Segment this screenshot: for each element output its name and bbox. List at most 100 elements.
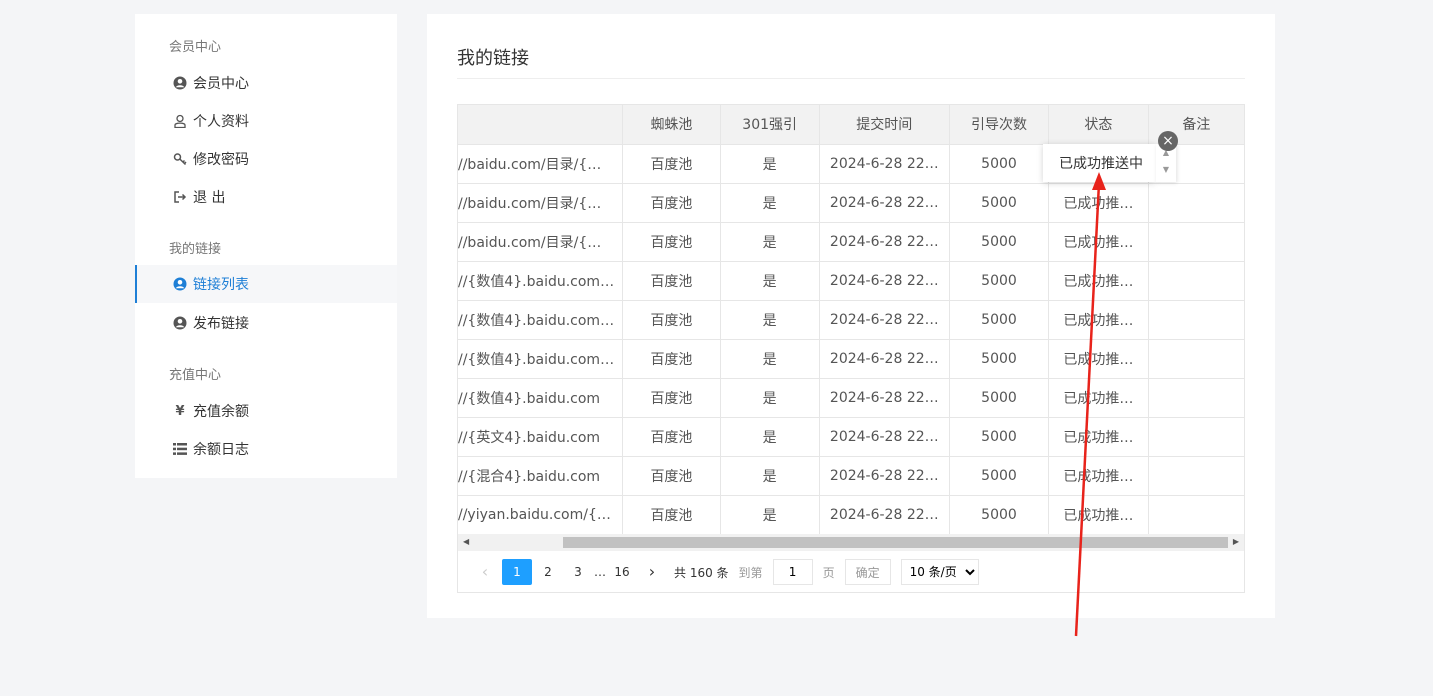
tooltip-close-icon[interactable]: × [1158, 131, 1178, 151]
col-header-count[interactable]: 引导次数 [949, 105, 1049, 145]
table-row[interactable]: //baidu.com/目录/{… 百度池是 2024-6-28 22… 5000 已成… [458, 183, 1244, 223]
cell-status: 已成功推… [1048, 183, 1149, 223]
table-row[interactable]: //{混合4}.baidu.com 百度池是 2024-6-28 22… 5000 已成… [458, 456, 1244, 496]
cell-pool: 百度池 [622, 261, 721, 301]
user-circle-icon [173, 277, 187, 291]
user-circle-icon [173, 316, 187, 330]
cell-url: //{数值4}.baidu.com… [458, 339, 624, 379]
sidebar-item-label: 会员中心 [193, 76, 249, 92]
col-header-301[interactable]: 301强引 [720, 105, 820, 145]
cell-count: 5000 [949, 222, 1049, 262]
cell-status: 已成功推… [1048, 339, 1149, 379]
page-3-button[interactable]: 3 [564, 559, 592, 585]
cell-301: 是 [720, 456, 820, 496]
cell-pool: 百度池 [622, 417, 721, 457]
cell-time: 2024-6-28 22… [819, 261, 951, 301]
scrollbar-thumb[interactable] [563, 537, 1228, 548]
sidebar-item-label: 退 出 [193, 190, 226, 206]
cell-count: 5000 [949, 261, 1049, 301]
cell-count: 5000 [949, 300, 1049, 340]
cell-pool: 百度池 [622, 183, 721, 223]
cell-time: 2024-6-28 22… [819, 183, 951, 223]
page-2-button[interactable]: 2 [534, 559, 562, 585]
cell-url: //yiyan.baidu.com/{… [458, 495, 624, 535]
goto-confirm-button[interactable]: 确定 [844, 559, 891, 585]
group-title-recharge: 充值中心 [169, 368, 222, 383]
pagination: ‹ 1 2 3 … 16 › 共 160 条 到第 页 确定 10 条/页 [458, 552, 1244, 592]
cell-note [1148, 339, 1244, 379]
cell-count: 5000 [949, 417, 1049, 457]
sidebar-item-label: 充值余额 [193, 404, 249, 420]
table-row[interactable]: //{数值4}.baidu.com… 百度池是 2024-6-28 22… 5000 已… [458, 339, 1244, 379]
sidebar-item-recharge-balance[interactable]: ¥ 充值余额 [135, 392, 397, 430]
table-row[interactable]: //{数值4}.baidu.com… 百度池是 2024-6-28 22… 5000 已… [458, 261, 1244, 301]
cell-time: 2024-6-28 22… [819, 222, 951, 262]
cell-status: 已成功推… [1048, 222, 1149, 262]
cell-url: //{数值4}.baidu.com [458, 378, 624, 418]
sidebar-item-label: 链接列表 [193, 277, 249, 293]
cell-time: 2024-6-28 22… [819, 495, 951, 535]
table-row[interactable]: //baidu.com/目录/{… 百度池是 2024-6-28 22… 5000 已成… [458, 222, 1244, 262]
sidebar-item-link-list[interactable]: 链接列表 [135, 265, 397, 303]
cell-count: 5000 [949, 183, 1049, 223]
scroll-left-icon[interactable]: ◀ [463, 537, 469, 546]
goto-page-input[interactable] [772, 559, 813, 585]
key-icon [173, 152, 187, 166]
table-row[interactable]: //{英文4}.baidu.com 百度池是 2024-6-28 22… 5000 已成… [458, 417, 1244, 457]
prev-page-button[interactable]: ‹ [470, 559, 500, 585]
table-row[interactable]: //{数值4}.baidu.com 百度池是 2024-6-28 22… 5000 已成… [458, 378, 1244, 418]
cell-count: 5000 [949, 378, 1049, 418]
cell-301: 是 [720, 222, 820, 262]
cell-pool: 百度池 [622, 456, 721, 496]
table-row[interactable]: //yiyan.baidu.com/{… 百度池是 2024-6-28 22… 500… [458, 495, 1244, 535]
col-header-status[interactable]: 状态 [1048, 105, 1149, 145]
cell-pool: 百度池 [622, 222, 721, 262]
cell-note [1148, 261, 1244, 301]
cell-note [1148, 417, 1244, 457]
col-header-time[interactable]: 提交时间 [819, 105, 951, 145]
sidebar-item-balance-log[interactable]: 余额日志 [135, 430, 397, 468]
cell-301: 是 [720, 495, 820, 535]
horizontal-scrollbar[interactable]: ◀ ▶ [458, 534, 1244, 551]
main-panel: 我的链接 蜘蛛池 301强引 提交时间 引导次数 状态 备注 //baidu.c… [427, 14, 1275, 618]
user-circle-icon [173, 76, 187, 90]
tooltip-scroll-down-icon[interactable]: ▼ [1156, 161, 1176, 178]
goto-label: 到第 [738, 565, 763, 580]
cell-301: 是 [720, 339, 820, 379]
sidebar-item-label: 个人资料 [193, 114, 249, 130]
cell-status: 已成功推… [1048, 300, 1149, 340]
col-header-pool[interactable]: 蜘蛛池 [622, 105, 721, 145]
sidebar-item-change-password[interactable]: 修改密码 [135, 140, 397, 178]
cell-count: 5000 [949, 144, 1049, 184]
sidebar-item-logout[interactable]: 退 出 [135, 178, 397, 216]
title-divider [457, 78, 1245, 79]
sidebar-item-publish-link[interactable]: 发布链接 [135, 304, 397, 342]
cell-time: 2024-6-28 22… [819, 300, 951, 340]
group-title-member: 会员中心 [169, 40, 222, 55]
page-1-button[interactable]: 1 [502, 559, 532, 585]
cell-note [1148, 183, 1244, 223]
sidebar-item-label: 修改密码 [193, 152, 249, 168]
next-page-button[interactable]: › [638, 559, 666, 585]
sidebar-item-member-center[interactable]: 会员中心 [135, 64, 397, 102]
cell-time: 2024-6-28 22… [819, 378, 951, 418]
cell-pool: 百度池 [622, 300, 721, 340]
cell-pool: 百度池 [622, 339, 721, 379]
cell-status: 已成功推… [1048, 261, 1149, 301]
sidebar-item-profile[interactable]: 个人资料 [135, 102, 397, 140]
table-row[interactable]: //{数值4}.baidu.com… 百度池是 2024-6-28 22… 5000 已… [458, 300, 1244, 340]
cell-url: //{数值4}.baidu.com… [458, 300, 624, 340]
cell-pool: 百度池 [622, 144, 721, 184]
cell-301: 是 [720, 183, 820, 223]
cell-pool: 百度池 [622, 495, 721, 535]
page-last-button[interactable]: 16 [608, 559, 636, 585]
logout-icon [173, 190, 187, 204]
page-size-select[interactable]: 10 条/页 [900, 559, 979, 585]
list-icon [173, 442, 187, 456]
scroll-right-icon[interactable]: ▶ [1233, 537, 1239, 546]
col-header-url[interactable] [458, 105, 624, 145]
cell-note [1148, 222, 1244, 262]
user-outline-icon [173, 114, 187, 128]
cell-301: 是 [720, 261, 820, 301]
cell-status: 已成功推… [1048, 378, 1149, 418]
